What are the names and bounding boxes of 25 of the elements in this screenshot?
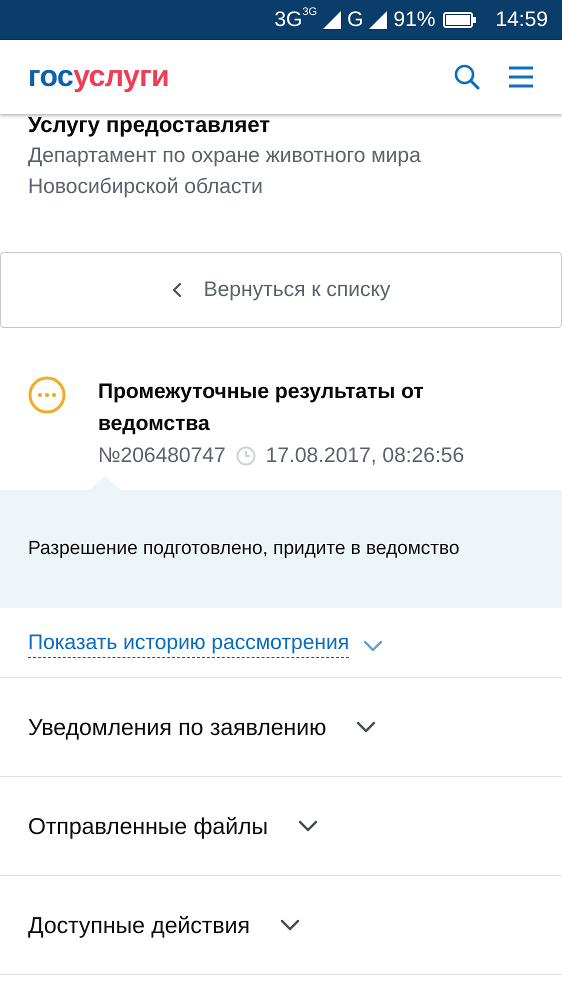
accordion-header[interactable]: Уведомления по заявлению xyxy=(0,678,562,777)
battery-percent: 91% xyxy=(393,8,436,32)
status-message: Разрешение подготовлено, придите в ведомство xyxy=(0,490,562,608)
provider-name: Департамент по охране животного мира Новосибирской области xyxy=(28,143,422,200)
signal-icon xyxy=(369,11,388,29)
battery-icon xyxy=(443,12,478,28)
section-title: Услугу предоставляет xyxy=(28,112,272,138)
status-title: Промежуточные результаты от ведомства xyxy=(98,379,425,437)
network-type: 3G xyxy=(274,8,302,32)
logo[interactable]: госуслуги xyxy=(28,60,454,94)
network-type-superscript: 3G xyxy=(302,6,318,18)
signal-icon xyxy=(323,11,342,29)
search-icon[interactable] xyxy=(454,64,480,90)
accordion-header[interactable]: Отправленные файлы xyxy=(0,777,562,876)
network-type: G xyxy=(347,8,364,32)
application-number: №206480747 xyxy=(98,444,226,468)
accordion-header[interactable]: Доступные действия xyxy=(0,876,562,975)
back-button[interactable]: Вернуться к списку xyxy=(0,252,562,328)
clock-time: 14:59 xyxy=(495,8,548,32)
menu-icon[interactable] xyxy=(508,66,534,88)
clock-icon xyxy=(236,446,256,466)
history-link[interactable]: Показать историю рассмотрения xyxy=(28,631,350,658)
chevron-left-icon xyxy=(172,282,182,298)
status-datetime: 17.08.2017, 08:26:56 xyxy=(266,444,464,468)
pending-status-icon xyxy=(28,376,66,414)
